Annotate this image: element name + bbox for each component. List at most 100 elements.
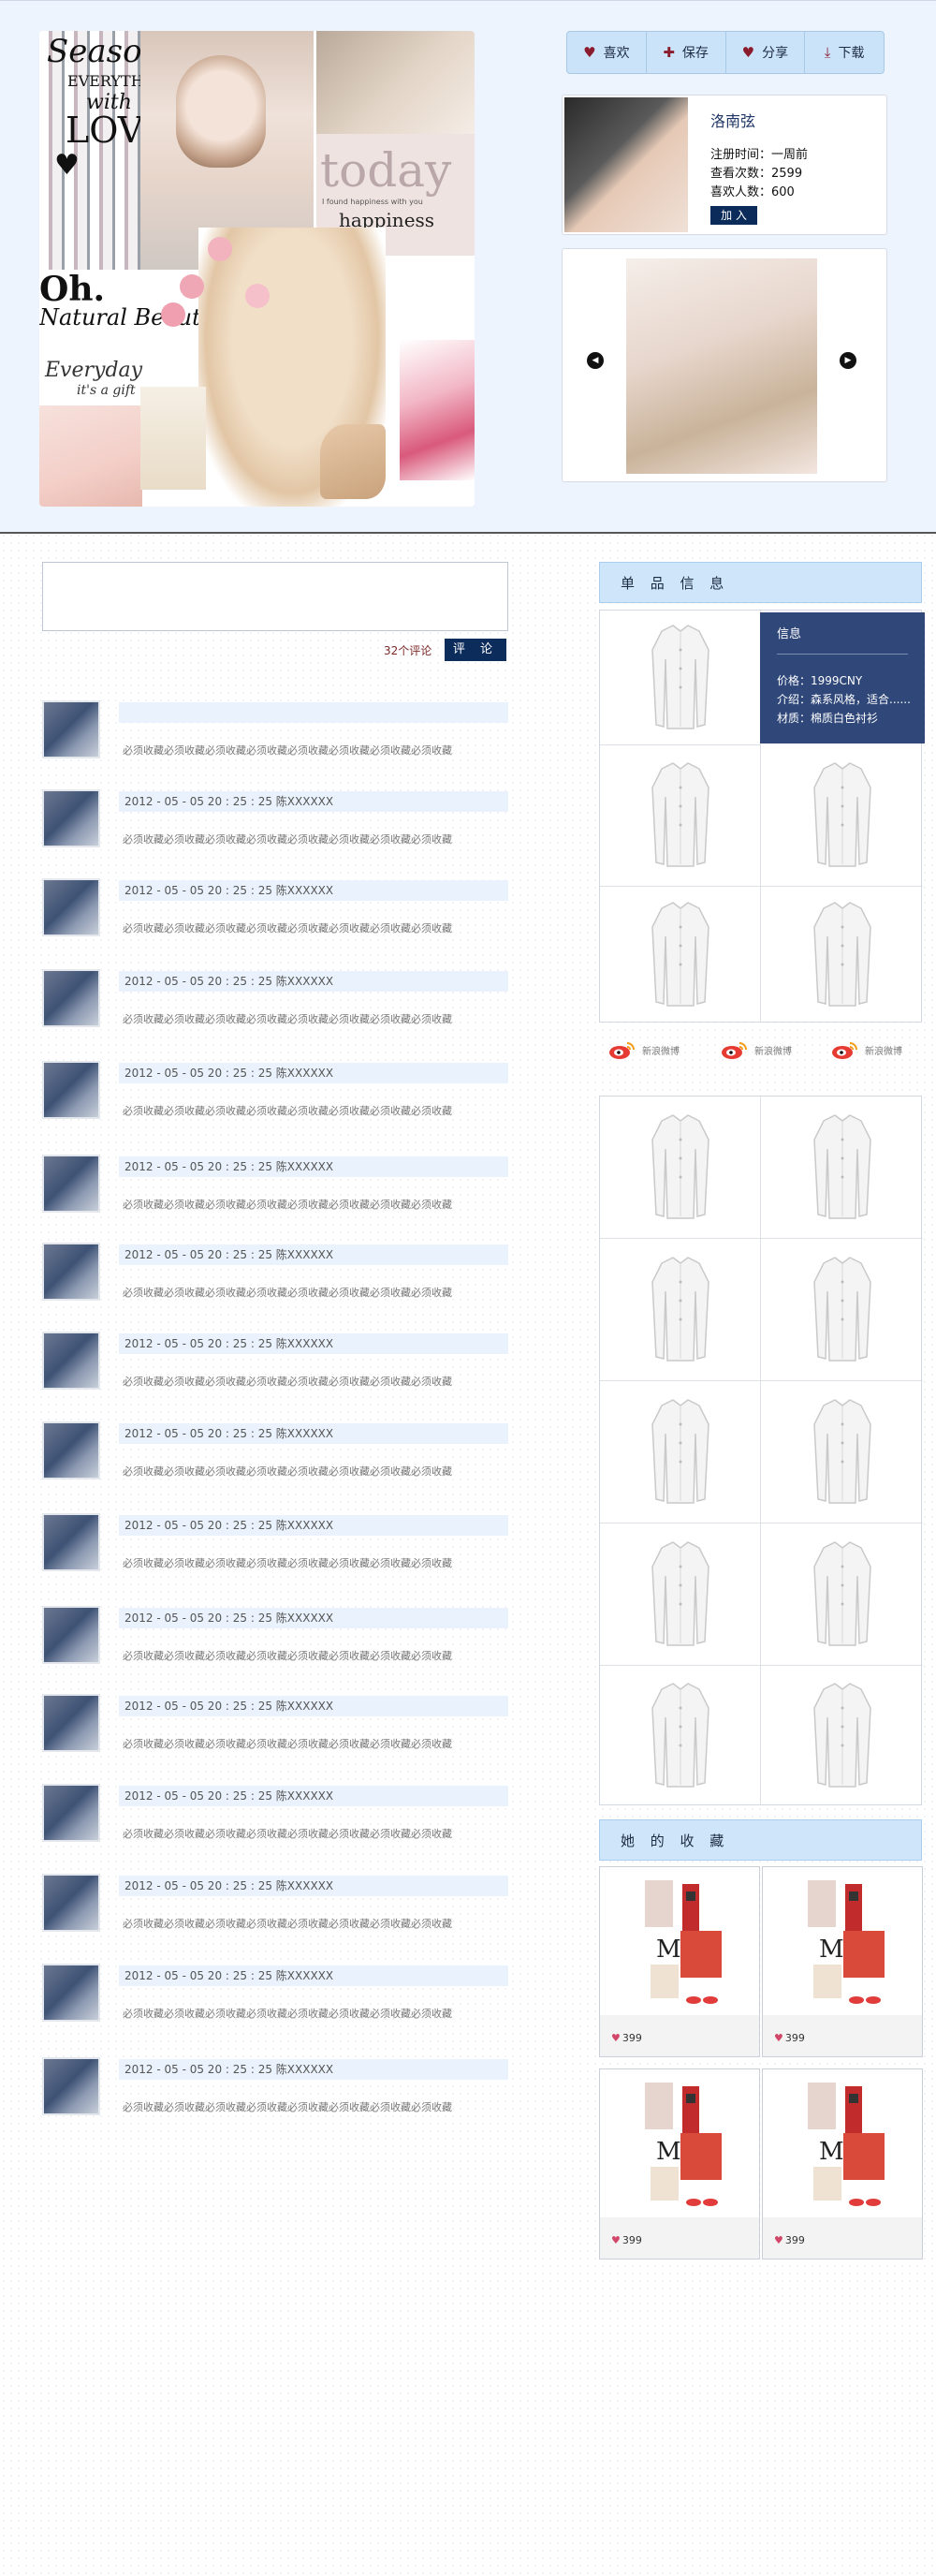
commenter-avatar[interactable] <box>42 969 100 1027</box>
shirt-thumb[interactable] <box>600 1666 761 1805</box>
heart-icon: ♥ <box>774 2032 783 2044</box>
comment-item: 2012 - 05 - 05 20 : 25 : 25 陈XXXXXX 必须收藏必… <box>42 1061 510 1126</box>
commenter-avatar[interactable] <box>42 1061 100 1119</box>
shirt-image <box>643 1111 718 1224</box>
shirt-image <box>805 1254 880 1366</box>
commenter-avatar[interactable] <box>42 1155 100 1213</box>
comment-text: 必须收藏必须收藏必须收藏必须收藏必须收藏必须收藏必须收藏必须收藏 <box>123 1650 452 1662</box>
shirt-thumb[interactable] <box>761 1524 923 1666</box>
weibo-share-1[interactable]: 新浪微博 <box>608 1039 680 1060</box>
download-label: 下载 <box>838 46 865 61</box>
comment-meta: 2012 - 05 - 05 20 : 25 : 25 陈XXXXXX <box>119 880 508 901</box>
comment-text: 必须收藏必须收藏必须收藏必须收藏必须收藏必须收藏必须收藏必须收藏 <box>123 833 452 846</box>
comment-text: 必须收藏必须收藏必须收藏必须收藏必须收藏必须收藏必须收藏必须收藏 <box>123 1013 452 1025</box>
view-count: 查看次数：2599 <box>710 167 803 181</box>
commenter-avatar[interactable] <box>42 2057 100 2115</box>
shirt-image <box>805 1111 880 1224</box>
comment-item: 2012 - 05 - 05 20 : 25 : 25 陈XXXXXX 必须收藏必… <box>42 969 510 1035</box>
favorite-card[interactable]: M ♥ 399 <box>599 2068 760 2260</box>
comment-input[interactable] <box>42 562 508 631</box>
collage-image[interactable]: Season EVERYTHING with LOVE ♥ today I fo… <box>39 31 475 507</box>
comment-meta: 2012 - 05 - 05 20 : 25 : 25 陈XXXXXX <box>119 1786 508 1806</box>
favorite-image: M <box>607 1875 752 2015</box>
weibo-share-2[interactable]: 新浪微博 <box>721 1039 792 1060</box>
favorites-section-title: 她 的 收 藏 <box>599 1819 922 1861</box>
comment-meta: 2012 - 05 - 05 20 : 25 : 25 陈XXXXXX <box>119 2059 508 2080</box>
favorite-card[interactable]: M ♥ 399 <box>599 1866 760 2057</box>
comment-text: 必须收藏必须收藏必须收藏必须收藏必须收藏必须收藏必须收藏必须收藏 <box>123 1918 452 1930</box>
submit-comment-button[interactable]: 评 论 <box>445 639 506 661</box>
slider-thumbnail[interactable] <box>626 258 817 474</box>
comment-meta: 2012 - 05 - 05 20 : 25 : 25 陈XXXXXX <box>119 1515 508 1536</box>
comment-item: 2012 - 05 - 05 20 : 25 : 25 陈XXXXXX 必须收藏必… <box>42 1784 510 1849</box>
heart-icon: ♥ <box>611 2032 621 2044</box>
comment-meta <box>119 702 508 723</box>
commenter-avatar[interactable] <box>42 1332 100 1390</box>
favorite-footer: ♥ 399 <box>600 2015 759 2056</box>
commenter-avatar[interactable] <box>42 1964 100 2022</box>
info-title: 信息 <box>777 627 802 641</box>
comment-text: 必须收藏必须收藏必须收藏必须收藏必须收藏必须收藏必须收藏必须收藏 <box>123 1376 452 1388</box>
comment-text: 必须收藏必须收藏必须收藏必须收藏必须收藏必须收藏必须收藏必须收藏 <box>123 1199 452 1211</box>
comment-text: 必须收藏必须收藏必须收藏必须收藏必须收藏必须收藏必须收藏必须收藏 <box>123 1105 452 1117</box>
shirt-thumb[interactable] <box>600 1381 761 1524</box>
collage-found: I found happiness with you <box>322 198 423 206</box>
commenter-avatar[interactable] <box>42 1513 100 1571</box>
shirt-thumb[interactable] <box>600 1097 761 1239</box>
commenter-avatar[interactable] <box>42 789 100 847</box>
shirt-thumb[interactable] <box>600 1239 761 1381</box>
shirt-thumb[interactable] <box>600 1524 761 1666</box>
shirt-thumb[interactable] <box>761 1097 923 1239</box>
shirt-thumb[interactable] <box>761 1381 923 1524</box>
shirt-thumb[interactable] <box>600 745 761 887</box>
shirt-thumb[interactable] <box>761 1239 923 1381</box>
comment-meta: 2012 - 05 - 05 20 : 25 : 25 陈XXXXXX <box>119 1156 508 1177</box>
like-button[interactable]: ♥ 喜欢 <box>567 32 647 73</box>
heart-icon: ♥ <box>54 149 80 182</box>
comment-meta: 2012 - 05 - 05 20 : 25 : 25 陈XXXXXX <box>119 1423 508 1444</box>
commenter-avatar[interactable] <box>42 1784 100 1842</box>
shirt-image <box>805 1538 880 1651</box>
shirt-thumb[interactable] <box>761 887 923 1023</box>
profile-card: 洛南弦 注册时间：一周前 查看次数：2599 喜欢人数：600 加 入 <box>562 95 887 235</box>
avatar[interactable] <box>564 97 688 232</box>
comment-meta: 2012 - 05 - 05 20 : 25 : 25 陈XXXXXX <box>119 1696 508 1716</box>
weibo-icon <box>831 1039 859 1060</box>
commenter-avatar[interactable] <box>42 1606 100 1664</box>
join-button[interactable]: 加 入 <box>710 206 757 225</box>
commenter-avatar[interactable] <box>42 878 100 936</box>
share-heart-icon: ♥ <box>741 44 755 61</box>
favorite-image: M <box>770 2077 914 2217</box>
comment-item: 2012 - 05 - 05 20 : 25 : 25 陈XXXXXX 必须收藏必… <box>42 1964 510 2029</box>
weibo-label: 新浪微博 <box>642 1046 680 1057</box>
comment-item: 2012 - 05 - 05 20 : 25 : 25 陈XXXXXX 必须收藏必… <box>42 878 510 944</box>
shirt-thumb[interactable] <box>761 745 923 887</box>
next-arrow-icon[interactable]: ▶ <box>840 352 856 369</box>
shirt-image <box>643 1254 718 1366</box>
comment-item: 2012 - 05 - 05 20 : 25 : 25 陈XXXXXX 必须收藏必… <box>42 2057 510 2123</box>
weibo-icon <box>608 1039 636 1060</box>
commenter-avatar[interactable] <box>42 1694 100 1752</box>
commenter-avatar[interactable] <box>42 1874 100 1932</box>
commenter-avatar[interactable] <box>42 1421 100 1479</box>
comment-item: 2012 - 05 - 05 20 : 25 : 25 陈XXXXXX 必须收藏必… <box>42 789 510 855</box>
commenter-avatar[interactable] <box>42 700 100 758</box>
prev-arrow-icon[interactable]: ◀ <box>587 352 604 369</box>
favorite-card[interactable]: M ♥ 399 <box>762 1866 923 2057</box>
shirt-image <box>805 899 880 1011</box>
top-banner: Season EVERYTHING with LOVE ♥ today I fo… <box>0 0 936 534</box>
shirt-thumb[interactable] <box>600 611 761 745</box>
shirt-thumb[interactable] <box>761 1666 923 1805</box>
shirt-thumb[interactable] <box>600 887 761 1023</box>
weibo-label: 新浪微博 <box>865 1046 902 1057</box>
weibo-share-3[interactable]: 新浪微博 <box>831 1039 902 1060</box>
save-button[interactable]: ✚ 保存 <box>647 32 726 73</box>
comment-text: 必须收藏必须收藏必须收藏必须收藏必须收藏必须收藏必须收藏必须收藏 <box>123 1738 452 1750</box>
download-button[interactable]: ⤓ 下载 <box>805 32 884 73</box>
product-gallery <box>599 1096 923 1805</box>
share-button[interactable]: ♥ 分享 <box>726 32 806 73</box>
weibo-label: 新浪微博 <box>754 1046 792 1057</box>
favorite-card[interactable]: M ♥ 399 <box>762 2068 923 2260</box>
commenter-avatar[interactable] <box>42 1243 100 1301</box>
profile-name[interactable]: 洛南弦 <box>710 109 755 131</box>
